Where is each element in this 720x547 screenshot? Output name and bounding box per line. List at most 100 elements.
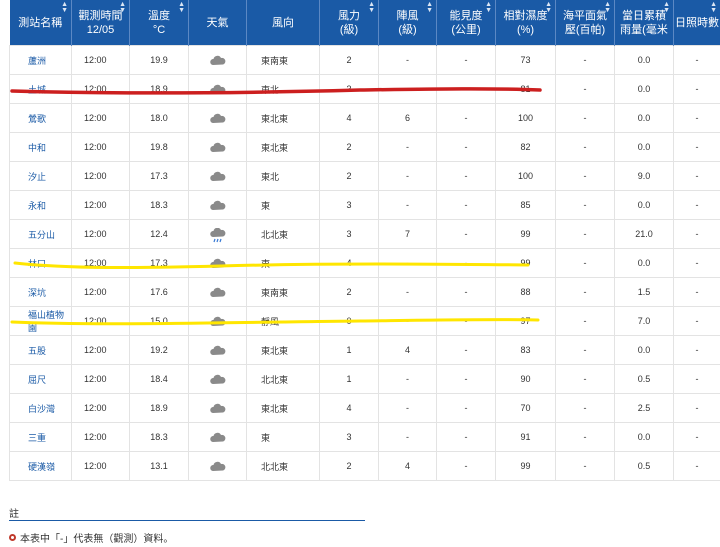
column-header-0[interactable]: 測站名稱 ▲ ▼: [9, 0, 72, 46]
cell-gust: -: [378, 45, 437, 75]
cell-sun: -: [673, 451, 720, 481]
station-link[interactable]: 深坑: [9, 277, 72, 307]
sort-icon[interactable]: ▲ ▼: [61, 1, 68, 14]
cell-temp: 13.1: [129, 451, 189, 481]
station-link[interactable]: 福山植物園: [9, 306, 72, 336]
cell-temp: 18.9: [129, 393, 189, 423]
column-header-10[interactable]: 當日累積 雨量(毫米 ▲ ▼: [614, 0, 674, 46]
table-row: 五股 12:00 19.2 東北東 1 4-83-0.0-: [9, 335, 720, 365]
cell-time: 12:00: [71, 132, 130, 162]
cell-vis: -: [436, 306, 496, 336]
weather-cell: [188, 306, 247, 336]
station-link[interactable]: 硬漢嶺: [9, 451, 72, 481]
cell-time: 12:00: [71, 161, 130, 191]
weather-cell: [188, 161, 247, 191]
cell-rain: 7.0: [614, 306, 674, 336]
station-link[interactable]: 永和: [9, 190, 72, 220]
cell-pressure: -: [555, 393, 615, 423]
cell-rh: 83: [495, 335, 556, 365]
sort-icon[interactable]: ▲ ▼: [545, 1, 552, 14]
cell-gust: -: [378, 422, 437, 452]
cell-wind-dir: 北北東: [246, 364, 320, 394]
station-link[interactable]: 白沙灣: [9, 393, 72, 423]
cell-rain: 0.0: [614, 45, 674, 75]
cloudy-icon: [209, 199, 227, 212]
station-link[interactable]: 汐止: [9, 161, 72, 191]
cell-sun: -: [673, 422, 720, 452]
cell-vis: -: [436, 248, 496, 278]
station-link[interactable]: 鶯歌: [9, 103, 72, 133]
cell-vis: -: [436, 219, 496, 249]
column-header-6[interactable]: 陣風 (級) ▲ ▼: [378, 0, 437, 46]
note-title: 註: [9, 509, 19, 520]
sort-icon[interactable]: ▲ ▼: [119, 1, 126, 14]
column-header-8[interactable]: 相對濕度 (%) ▲ ▼: [495, 0, 556, 46]
cloudy-icon: [209, 431, 227, 444]
column-header-11[interactable]: 日照時數 ▲ ▼: [673, 0, 720, 46]
cell-wind: 3: [319, 74, 379, 104]
sort-icon[interactable]: ▲ ▼: [178, 1, 185, 14]
cell-wind: 3: [319, 190, 379, 220]
cell-wind: 0: [319, 306, 379, 336]
cell-vis: -: [436, 393, 496, 423]
cell-sun: -: [673, 248, 720, 278]
cell-time: 12:00: [71, 393, 130, 423]
cell-wind-dir: 東南東: [246, 45, 320, 75]
rain-cloud-icon: [209, 227, 227, 242]
column-header-2[interactable]: 溫度 °C ▲ ▼: [129, 0, 189, 46]
cell-temp: 17.6: [129, 277, 189, 307]
cell-wind: 2: [319, 451, 379, 481]
cell-rain: 0.5: [614, 364, 674, 394]
station-link[interactable]: 五股: [9, 335, 72, 365]
cell-rain: 0.0: [614, 103, 674, 133]
cloudy-icon: [209, 402, 227, 415]
cell-rain: 0.0: [614, 190, 674, 220]
sort-icon[interactable]: ▲ ▼: [663, 1, 670, 14]
table-row: 硬漢嶺 12:00 13.1 北北東 2 4-99-0.5-: [9, 451, 720, 481]
cell-wind: 2: [319, 132, 379, 162]
cell-rh: 99: [495, 219, 556, 249]
cloudy-icon: [209, 257, 227, 270]
station-link[interactable]: 中和: [9, 132, 72, 162]
cell-time: 12:00: [71, 422, 130, 452]
column-header-5[interactable]: 風力 (級) ▲ ▼: [319, 0, 379, 46]
cell-wind-dir: 東: [246, 248, 320, 278]
station-link[interactable]: 屈尺: [9, 364, 72, 394]
cell-vis: -: [436, 45, 496, 75]
cell-temp: 17.3: [129, 161, 189, 191]
cell-wind: 2: [319, 161, 379, 191]
sort-icon[interactable]: ▲ ▼: [604, 1, 611, 14]
cell-rh: 99: [495, 451, 556, 481]
sort-icon[interactable]: ▲ ▼: [485, 1, 492, 14]
station-link[interactable]: 三重: [9, 422, 72, 452]
cell-wind-dir: 東北東: [246, 132, 320, 162]
cell-sun: -: [673, 161, 720, 191]
cell-wind-dir: 東北東: [246, 393, 320, 423]
column-header-7[interactable]: 能見度 (公里) ▲ ▼: [436, 0, 496, 46]
cell-wind-dir: 東北東: [246, 103, 320, 133]
cell-gust: -: [378, 190, 437, 220]
cell-pressure: -: [555, 161, 615, 191]
column-header-1[interactable]: 觀測時間 12/05 ▲ ▼: [71, 0, 130, 46]
table-row: 深坑 12:00 17.6 東南東 2- -88-1.5-: [9, 277, 720, 307]
sort-icon[interactable]: ▲ ▼: [368, 1, 375, 14]
sort-icon[interactable]: ▲ ▼: [710, 1, 717, 14]
station-link[interactable]: 林口: [9, 248, 72, 278]
cloudy-icon: [209, 112, 227, 125]
column-header-9[interactable]: 海平面氣 壓(百帕) ▲ ▼: [555, 0, 615, 46]
station-link[interactable]: 土城: [9, 74, 72, 104]
cell-pressure: -: [555, 451, 615, 481]
cell-pressure: -: [555, 422, 615, 452]
cell-temp: 15.0: [129, 306, 189, 336]
table-row: 屈尺 12:00 18.4 北北東 1- -90-0.5-: [9, 364, 720, 394]
table-row: 土城 12:00 18.9 東北 3- -81-0.0-: [9, 74, 720, 104]
cell-vis: -: [436, 422, 496, 452]
sort-icon[interactable]: ▲ ▼: [426, 1, 433, 14]
station-link[interactable]: 五分山: [9, 219, 72, 249]
cloudy-icon: [209, 83, 227, 96]
weather-cell: [188, 45, 247, 75]
cell-rh: 100: [495, 103, 556, 133]
station-link[interactable]: 蘆洲: [9, 45, 72, 75]
weather-cell: [188, 335, 247, 365]
cell-rh: 81: [495, 74, 556, 104]
